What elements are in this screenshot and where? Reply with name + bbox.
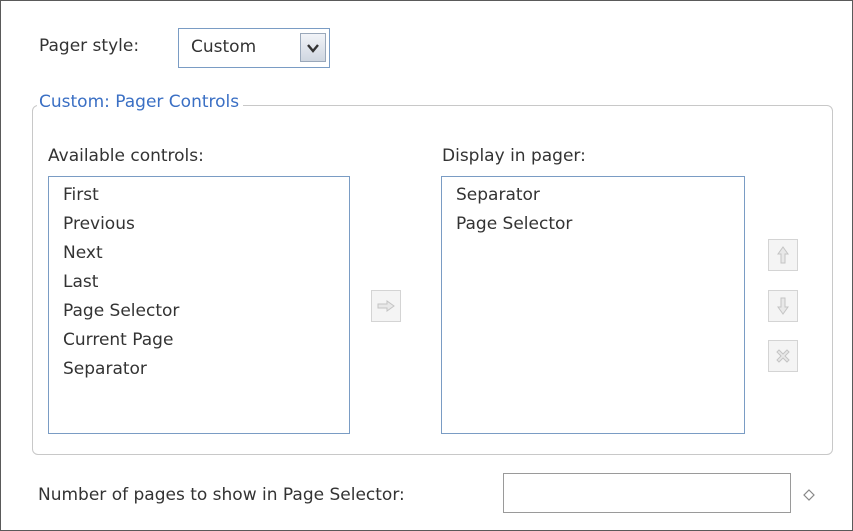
pager-style-value: Custom [191,37,257,57]
list-item[interactable]: Next [49,239,349,268]
pager-settings-panel: Pager style: Custom Custom: Pager Contro… [0,0,853,531]
add-control-button[interactable] [371,290,401,322]
display-in-pager-label: Display in pager: [442,146,586,166]
list-item[interactable]: Page Selector [442,210,744,239]
move-down-button[interactable] [768,290,798,322]
pager-style-select[interactable]: Custom [178,28,330,68]
available-controls-label: Available controls: [48,146,204,166]
pages-to-show-input[interactable] [503,473,791,513]
list-item[interactable]: First [49,181,349,210]
list-item[interactable]: Previous [49,210,349,239]
list-item[interactable]: Page Selector [49,297,349,326]
list-item[interactable]: Last [49,268,349,297]
display-in-pager-list[interactable]: Separator Page Selector [441,176,745,434]
x-icon [776,349,790,363]
chevron-down-icon[interactable] [300,33,326,62]
pages-to-show-label: Number of pages to show in Page Selector… [38,485,405,505]
list-item[interactable]: Separator [49,355,349,384]
pager-controls-legend: Custom: Pager Controls [37,92,244,112]
pager-style-label: Pager style: [39,36,140,56]
arrow-right-icon [377,300,395,312]
arrow-down-icon [777,297,789,315]
diamond-icon [803,486,815,506]
list-item[interactable]: Separator [442,181,744,210]
move-up-button[interactable] [768,239,798,271]
available-controls-list[interactable]: First Previous Next Last Page Selector C… [48,176,350,434]
remove-control-button[interactable] [768,340,798,372]
list-item[interactable]: Current Page [49,326,349,355]
arrow-up-icon [777,246,789,264]
